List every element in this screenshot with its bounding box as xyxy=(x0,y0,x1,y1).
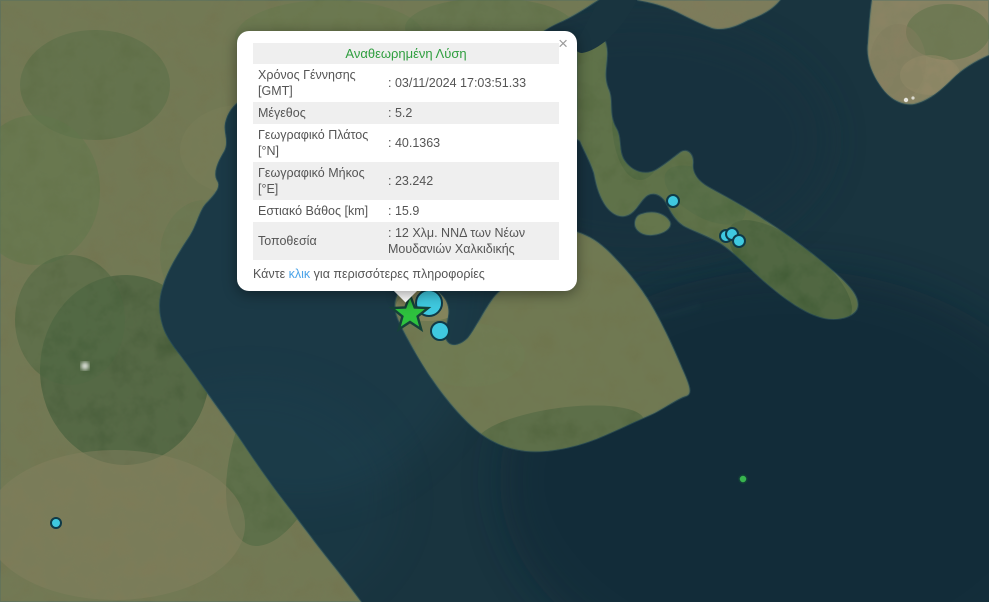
footer-text: Κάντε xyxy=(253,267,289,281)
row-value: : 23.242 xyxy=(384,162,559,200)
table-row: Χρόνος Γέννησης [GMT] : 03/11/2024 17:03… xyxy=(253,64,559,102)
row-label: Γεωγραφικό Μήκος [°E] xyxy=(253,162,384,200)
event-popup: × Αναθεωρημένη Λύση Χρόνος Γέννησης [GMT… xyxy=(237,31,577,291)
popup-title: Αναθεωρημένη Λύση xyxy=(253,43,559,64)
event-table: Αναθεωρημένη Λύση Χρόνος Γέννησης [GMT] … xyxy=(253,43,559,260)
footer-text: για περισσότερες πληροφορίες xyxy=(310,267,485,281)
map-viewport[interactable]: × Αναθεωρημένη Λύση Χρόνος Γέννησης [GMT… xyxy=(0,0,989,602)
event-circle[interactable] xyxy=(431,322,449,340)
table-row: Μέγεθος : 5.2 xyxy=(253,102,559,124)
table-row: Γεωγραφικό Μήκος [°E] : 23.242 xyxy=(253,162,559,200)
event-circle[interactable] xyxy=(733,235,745,247)
row-label: Μέγεθος xyxy=(253,102,384,124)
popup-footer: Κάντε κλικ για περισσότερες πληροφορίες xyxy=(253,266,559,282)
row-value: : 40.1363 xyxy=(384,124,559,162)
row-label: Εστιακό Βάθος [km] xyxy=(253,200,384,222)
row-value: : 03/11/2024 17:03:51.33 xyxy=(384,64,559,102)
row-label: Τοποθεσία xyxy=(253,222,384,260)
close-icon[interactable]: × xyxy=(558,35,568,52)
row-value: : 12 Χλμ. ΝΝΔ των Νέων Μουδανιών Χαλκιδι… xyxy=(384,222,559,260)
event-dot[interactable] xyxy=(739,475,747,483)
row-label: Γεωγραφικό Πλάτος [°N] xyxy=(253,124,384,162)
table-row: Εστιακό Βάθος [km] : 15.9 xyxy=(253,200,559,222)
table-row: Τοποθεσία : 12 Χλμ. ΝΝΔ των Νέων Μουδανι… xyxy=(253,222,559,260)
row-label: Χρόνος Γέννησης [GMT] xyxy=(253,64,384,102)
row-value: : 15.9 xyxy=(384,200,559,222)
event-circle[interactable] xyxy=(51,518,61,528)
event-circle[interactable] xyxy=(667,195,679,207)
row-value: : 5.2 xyxy=(384,102,559,124)
more-info-link[interactable]: κλικ xyxy=(289,267,311,281)
table-row: Γεωγραφικό Πλάτος [°N] : 40.1363 xyxy=(253,124,559,162)
